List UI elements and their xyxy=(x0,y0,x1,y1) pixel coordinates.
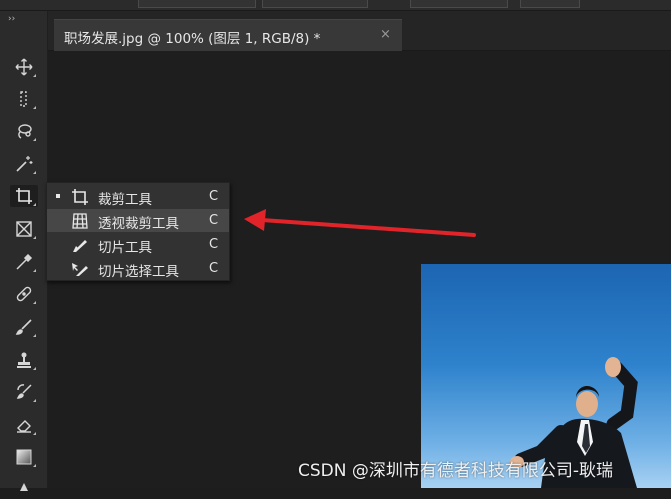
watermark-text: CSDN @深圳市有德者科技有限公司-耿瑞 xyxy=(298,461,614,481)
annotation-arrow xyxy=(244,209,476,237)
